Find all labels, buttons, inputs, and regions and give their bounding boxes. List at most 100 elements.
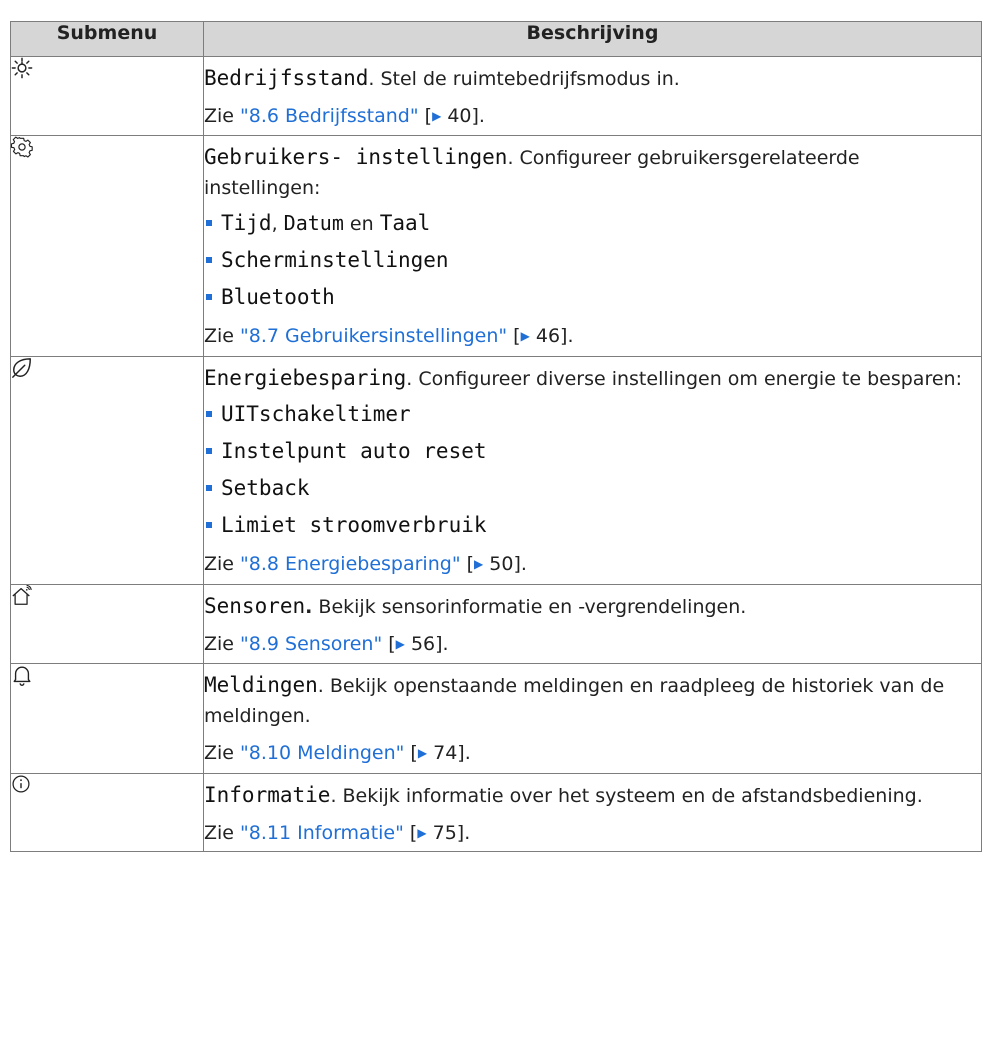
list-item: Limiet stroomverbruik bbox=[204, 507, 981, 544]
bullet-icon bbox=[206, 256, 212, 263]
icon-cell bbox=[10, 356, 204, 585]
page-number: 56 bbox=[404, 633, 436, 655]
list-item: Scherminstellingen bbox=[204, 242, 981, 279]
list-item: UITschakeltimer bbox=[204, 396, 981, 433]
row-text: . Configureer diverse instellingen om en… bbox=[406, 368, 962, 390]
row-title: Gebruikers- instellingen bbox=[204, 145, 508, 169]
page-arrow-icon: ▶ bbox=[395, 637, 405, 651]
item-text: Instelpunt auto reset bbox=[221, 439, 487, 463]
row-text: Bekijk sensorinformatie en -vergrendelin… bbox=[312, 596, 747, 618]
row-title: Sensoren bbox=[204, 594, 306, 618]
list-item: Tijd, Datum en Taal bbox=[204, 205, 981, 242]
xref-link[interactable]: "8.6 Bedrijfsstand" bbox=[240, 105, 419, 127]
header-beschrijving: Beschrijving bbox=[203, 21, 982, 57]
bullet-icon bbox=[206, 521, 212, 528]
page-number: 74 bbox=[427, 742, 458, 764]
description-cell: Informatie. Bekijk informatie over het s… bbox=[203, 773, 982, 852]
table-header-row: Submenu Beschrijving bbox=[10, 21, 982, 57]
bracket: [ bbox=[418, 105, 433, 127]
row-title: Informatie bbox=[204, 783, 331, 807]
page-number: 46 bbox=[529, 325, 561, 347]
bullet-icon bbox=[206, 447, 212, 454]
row-title: Meldingen bbox=[204, 673, 318, 697]
row-title: Bedrijfsstand bbox=[204, 66, 369, 90]
see-prefix: Zie bbox=[204, 742, 241, 764]
see-prefix: Zie bbox=[204, 553, 241, 575]
page-number: 75 bbox=[426, 822, 457, 844]
table-row: Informatie. Bekijk informatie over het s… bbox=[10, 773, 982, 852]
bracket: [ bbox=[507, 325, 521, 347]
xref-link[interactable]: "8.9 Sensoren" bbox=[240, 633, 382, 655]
description-cell: Meldingen. Bekijk openstaande meldingen … bbox=[203, 663, 982, 774]
bell-icon bbox=[13, 666, 31, 686]
page-arrow-icon: ▶ bbox=[432, 109, 442, 123]
bracket: ]. bbox=[456, 822, 471, 844]
leaf-icon bbox=[12, 358, 31, 378]
xref-link[interactable]: "8.7 Gebruikersinstellingen" bbox=[240, 325, 507, 347]
item-text: Scherminstellingen bbox=[221, 248, 449, 272]
bracket: ]. bbox=[471, 105, 485, 127]
xref-link[interactable]: "8.10 Meldingen" bbox=[240, 742, 404, 764]
page-arrow-icon: ▶ bbox=[417, 826, 427, 840]
page-arrow-icon: ▶ bbox=[417, 746, 428, 760]
bracket: ]. bbox=[513, 553, 527, 575]
page-arrow-icon: ▶ bbox=[520, 329, 530, 343]
xref-link[interactable]: "8.8 Energiebesparing" bbox=[240, 553, 461, 575]
gear-icon bbox=[11, 136, 33, 158]
description-cell: Gebruikers- instellingen. Configureer ge… bbox=[203, 135, 982, 357]
item-text: Bluetooth bbox=[221, 285, 335, 309]
submenu-table: Submenu Beschrijving Bedrijfsstand. Stel… bbox=[10, 21, 982, 852]
row-text: . Bekijk informatie over het systeem en … bbox=[330, 785, 923, 807]
description-cell: Sensoren. Bekijk sensorinformatie en -ve… bbox=[203, 584, 982, 664]
table-row: Gebruikers- instellingen. Configureer ge… bbox=[10, 135, 982, 357]
icon-cell bbox=[10, 584, 204, 664]
bracket: ]. bbox=[435, 633, 449, 655]
document-page: Submenu Beschrijving Bedrijfsstand. Stel… bbox=[0, 0, 982, 1062]
see-prefix: Zie bbox=[204, 822, 241, 844]
icon-cell bbox=[10, 663, 204, 774]
page-number: 40 bbox=[441, 105, 472, 127]
xref-link[interactable]: "8.11 Informatie" bbox=[240, 822, 404, 844]
description-cell: Energiebesparing. Configureer diverse in… bbox=[203, 356, 982, 585]
row-text: . Stel de ruimtebedrijfsmodus in. bbox=[368, 68, 680, 90]
item-text: UITschakeltimer bbox=[221, 402, 411, 426]
table-row: Meldingen. Bekijk openstaande meldingen … bbox=[10, 663, 982, 774]
info-icon bbox=[12, 775, 30, 793]
list-item: Setback bbox=[204, 470, 981, 507]
item-text: Tijd bbox=[221, 211, 272, 235]
bracket: ]. bbox=[560, 325, 574, 347]
sun-icon bbox=[11, 57, 33, 79]
item-text: Datum bbox=[283, 211, 344, 235]
bullet-icon bbox=[206, 293, 212, 300]
table-row: Bedrijfsstand. Stel de ruimtebedrijfsmod… bbox=[10, 56, 982, 136]
icon-cell bbox=[10, 135, 204, 357]
item-text: en bbox=[343, 213, 380, 235]
item-text: , bbox=[271, 213, 284, 235]
see-prefix: Zie bbox=[204, 325, 241, 347]
item-text: Limiet stroomverbruik bbox=[221, 513, 487, 537]
bracket: [ bbox=[460, 553, 475, 575]
list-item: Bluetooth bbox=[204, 279, 981, 316]
bracket: ]. bbox=[457, 742, 471, 764]
table-row: Energiebesparing. Configureer diverse in… bbox=[10, 356, 982, 585]
bracket: [ bbox=[382, 633, 396, 655]
bracket: [ bbox=[404, 742, 418, 764]
list-item: Instelpunt auto reset bbox=[204, 433, 981, 470]
bullet-icon bbox=[206, 484, 212, 491]
description-cell: Bedrijfsstand. Stel de ruimtebedrijfsmod… bbox=[203, 56, 982, 136]
item-text: Setback bbox=[221, 476, 310, 500]
bullet-icon bbox=[206, 410, 212, 417]
house-sensor-icon bbox=[12, 585, 32, 605]
see-prefix: Zie bbox=[204, 105, 241, 127]
table-row: Sensoren. Bekijk sensorinformatie en -ve… bbox=[10, 584, 982, 664]
header-submenu: Submenu bbox=[10, 21, 204, 57]
icon-cell bbox=[10, 56, 204, 136]
page-number: 50 bbox=[483, 553, 514, 575]
bullet-icon bbox=[206, 219, 212, 226]
page-arrow-icon: ▶ bbox=[474, 557, 484, 571]
row-title: Energiebesparing bbox=[204, 366, 407, 390]
bracket: [ bbox=[403, 822, 418, 844]
item-text: Taal bbox=[379, 211, 431, 235]
icon-cell bbox=[10, 773, 204, 852]
see-prefix: Zie bbox=[204, 633, 241, 655]
